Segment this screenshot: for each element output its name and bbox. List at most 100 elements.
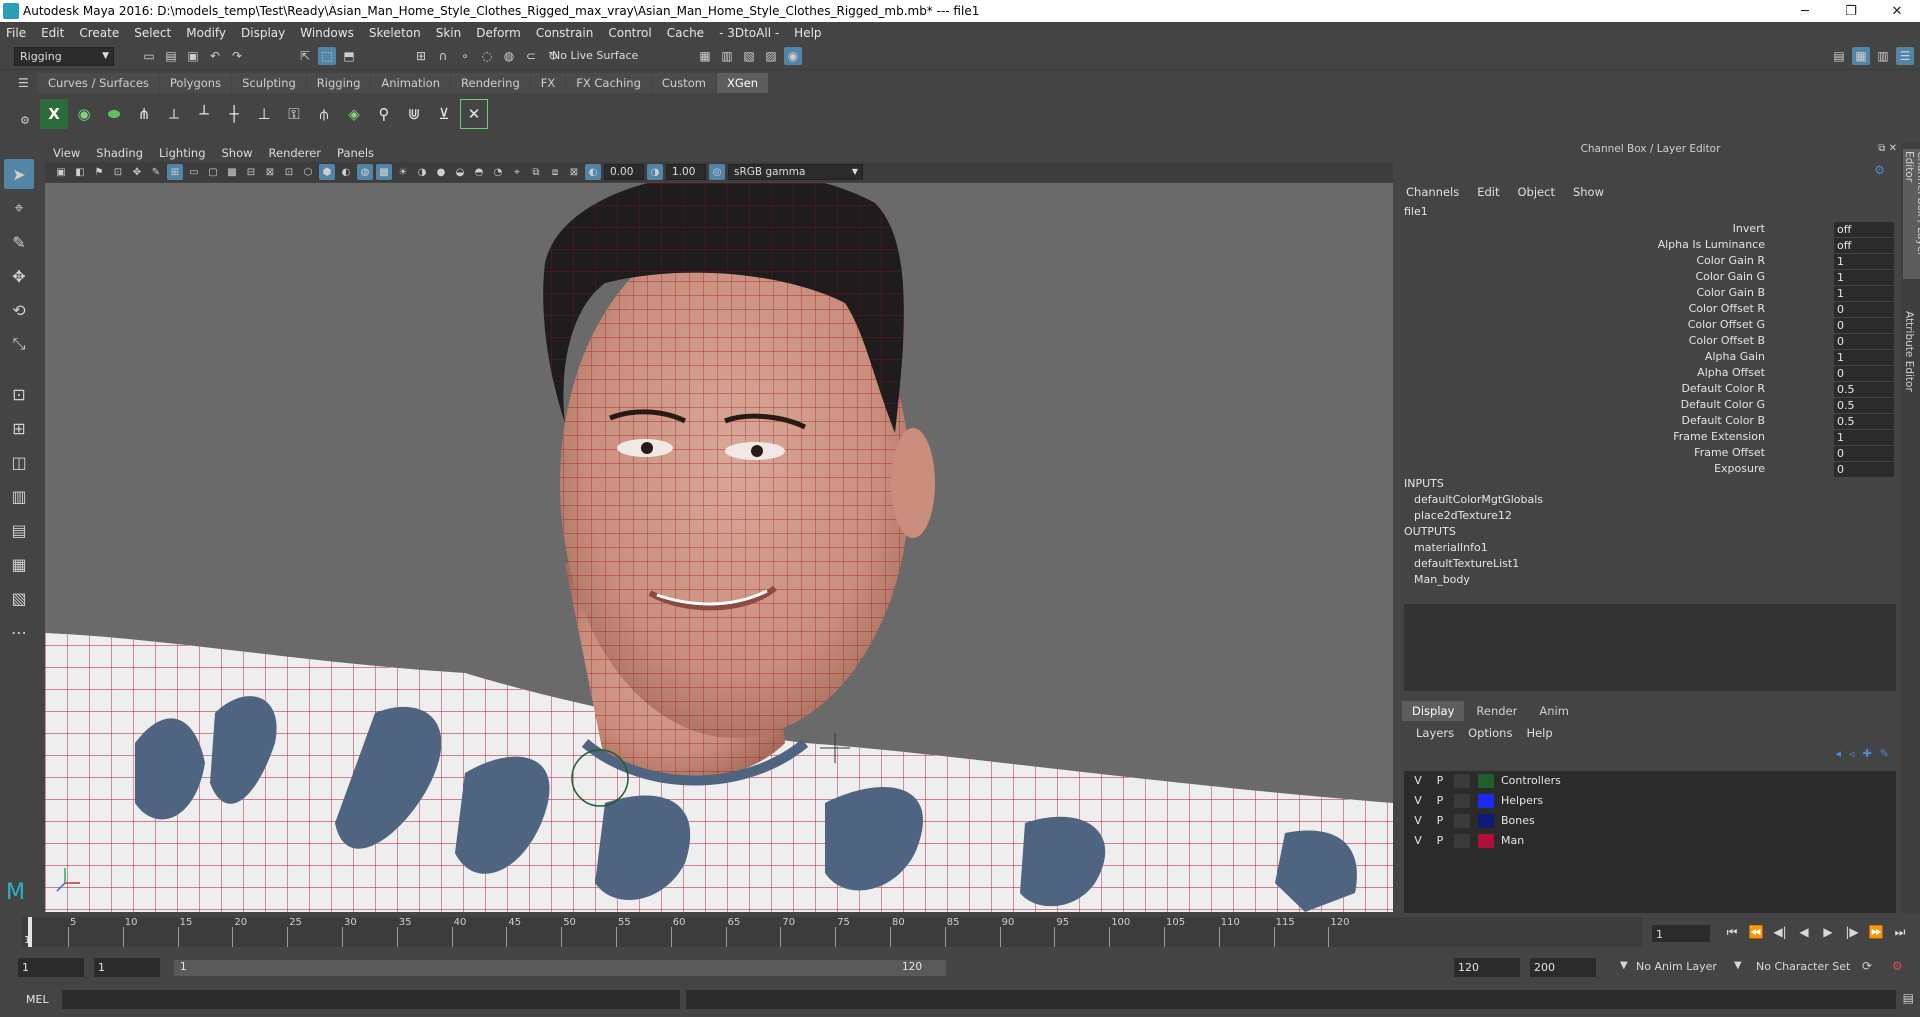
xgen-cut-icon[interactable]: ⊻ [430,99,458,129]
xgen-move-guide-icon[interactable]: ┴ [190,99,218,129]
move-tool-icon[interactable]: ✥ [4,261,34,291]
viewport-perspective[interactable] [45,183,1393,912]
menu-select[interactable]: Select [134,26,171,40]
default-material-icon[interactable]: ◐ [338,164,354,180]
layer-playback-toggle[interactable]: P [1432,814,1448,827]
menu-help[interactable]: Help [794,26,821,40]
script-editor-icon[interactable]: ▤ [1903,991,1914,1005]
channel-label[interactable]: Color Offset R [1689,302,1765,315]
command-language-label[interactable]: MEL [26,993,49,1006]
layer-name[interactable]: Bones [1501,814,1535,827]
step-forward-key-icon[interactable]: ⏩ [1866,922,1886,942]
xgen-layer-icon[interactable]: ◈ [340,99,368,129]
channel-value-field[interactable]: 0 [1834,302,1894,317]
layout-four-icon[interactable]: ⊞ [4,413,34,443]
scale-tool-icon[interactable]: ⤡ [4,329,34,359]
output-node[interactable]: materialInfo1 [1414,541,1488,554]
move-layer-up-icon[interactable]: ◂ [1836,747,1842,760]
channel-row[interactable]: Color Gain B 1 [1398,286,1903,302]
shelf-tab-animation[interactable]: Animation [371,73,451,93]
channel-value-field[interactable]: 0 [1834,462,1894,477]
layer-visibility-toggle[interactable]: V [1410,794,1426,807]
layer-visibility-toggle[interactable]: V [1410,814,1426,827]
camera-attributes-icon[interactable]: ◧ [72,164,88,180]
paint-select-tool-icon[interactable]: ✎ [4,227,34,257]
channel-value-field[interactable]: off [1834,238,1894,253]
ipr-render-icon[interactable]: ▧ [740,47,758,65]
live-surface-label[interactable]: No Live Surface [552,49,638,62]
grid-icon[interactable]: ⊞ [167,164,183,180]
channel-label[interactable]: Frame Offset [1694,446,1765,459]
gamma-icon[interactable]: ◑ [647,164,663,180]
character-set-dropdown[interactable]: No Character Set [1750,960,1870,973]
output-node[interactable]: Man_body [1414,573,1470,586]
field-chart-icon[interactable]: ⊟ [243,164,259,180]
select-component-icon[interactable]: ⬒ [340,47,358,65]
cb-menu-show[interactable]: Show [1573,185,1604,199]
cb-menu-object[interactable]: Object [1518,185,1555,199]
shelf-tab-rendering[interactable]: Rendering [451,73,530,93]
animation-preferences-icon[interactable]: ⚙ [1892,959,1903,973]
go-to-end-icon[interactable]: ⏭ [1890,922,1910,942]
channel-row[interactable]: Exposure 0 [1398,462,1903,478]
go-to-start-icon[interactable]: ⏮ [1722,922,1742,942]
layer-row[interactable]: V P Man [1404,831,1896,851]
output-node[interactable]: defaultTextureList1 [1414,557,1519,570]
layout-persp-graph-icon[interactable]: ▦ [4,549,34,579]
channel-value-field[interactable]: 0.5 [1834,398,1894,413]
shelf-tab-xgen[interactable]: XGen [716,73,769,93]
xgen-toggle-guide-icon[interactable]: ⫛ [310,99,338,129]
shelf-tab-custom[interactable]: Custom [651,73,716,93]
smooth-shade-icon[interactable]: ⬢ [319,164,335,180]
layer-name[interactable]: Man [1501,834,1524,847]
viewport-menu-shading[interactable]: Shading [96,146,143,160]
channel-row[interactable]: Alpha Offset 0 [1398,366,1903,382]
layout-graph-icon[interactable]: ▤ [4,515,34,545]
shelf-tab-polygons[interactable]: Polygons [159,73,232,93]
select-hierarchy-icon[interactable]: ⇱ [296,47,314,65]
shadows-icon[interactable]: ◑ [414,164,430,180]
channel-label[interactable]: Default Color B [1682,414,1765,427]
motion-blur-icon[interactable]: ◒ [452,164,468,180]
xray-icon[interactable]: ⧉ [528,164,544,180]
layout-outliner-icon[interactable]: ▥ [4,481,34,511]
menu-skeleton[interactable]: Skeleton [369,26,421,40]
color-management-icon[interactable]: ◎ [709,164,725,180]
xgen-sculpt-guide-icon[interactable]: ┼ [220,99,248,129]
step-forward-frame-icon[interactable]: |▶ [1842,922,1862,942]
create-layer-icon[interactable]: ✚ [1863,747,1872,760]
channel-value-field[interactable]: 1 [1834,286,1894,301]
layer-display-type-toggle[interactable] [1454,834,1470,848]
channel-value-field[interactable]: 0.5 [1834,382,1894,397]
use-lights-icon[interactable]: ☀ [395,164,411,180]
range-slider[interactable]: 1 120 [174,960,946,976]
chevron-down-icon[interactable]: ▼ [1620,960,1628,971]
viewport-menu-renderer[interactable]: Renderer [269,146,322,160]
layer-color-swatch[interactable] [1478,774,1494,788]
layout-single-icon[interactable]: ⊡ [4,379,34,409]
viewport-menu-lighting[interactable]: Lighting [159,146,205,160]
exposure-field[interactable]: 0.00 [604,164,644,180]
layer-playback-toggle[interactable]: P [1432,774,1448,787]
image-plane-icon[interactable]: ⊡ [110,164,126,180]
channel-label[interactable]: Color Offset G [1688,318,1765,331]
auto-key-icon[interactable]: ⟳ [1862,959,1872,973]
panel-float-icon[interactable]: ⧉ ✕ [1878,143,1897,154]
layer-row[interactable]: V P Controllers [1404,771,1896,791]
render-view-icon[interactable]: ▦ [696,47,714,65]
xgen-preview-icon[interactable]: ◉ [70,99,98,129]
anim-layer-dropdown[interactable]: No Anim Layer [1628,960,1740,973]
viewport-menu-show[interactable]: Show [222,146,253,160]
layer-visibility-toggle[interactable]: V [1410,834,1426,847]
rotate-tool-icon[interactable]: ⟲ [4,295,34,325]
snap-view-icon[interactable]: ◌ [478,47,496,65]
render-settings-icon[interactable]: ▨ [762,47,780,65]
snap-point-icon[interactable]: ∘ [456,47,474,65]
move-layer-down-icon[interactable]: ◃ [1849,747,1855,760]
chevron-down-icon[interactable]: ▼ [1734,960,1742,971]
channel-row[interactable]: Color Offset R 0 [1398,302,1903,318]
menu-cache[interactable]: Cache [667,26,704,40]
snap-magnet-icon[interactable]: ⊂ [522,47,540,65]
viewport-menu-view[interactable]: View [53,146,80,160]
channel-row[interactable]: Color Gain G 1 [1398,270,1903,286]
